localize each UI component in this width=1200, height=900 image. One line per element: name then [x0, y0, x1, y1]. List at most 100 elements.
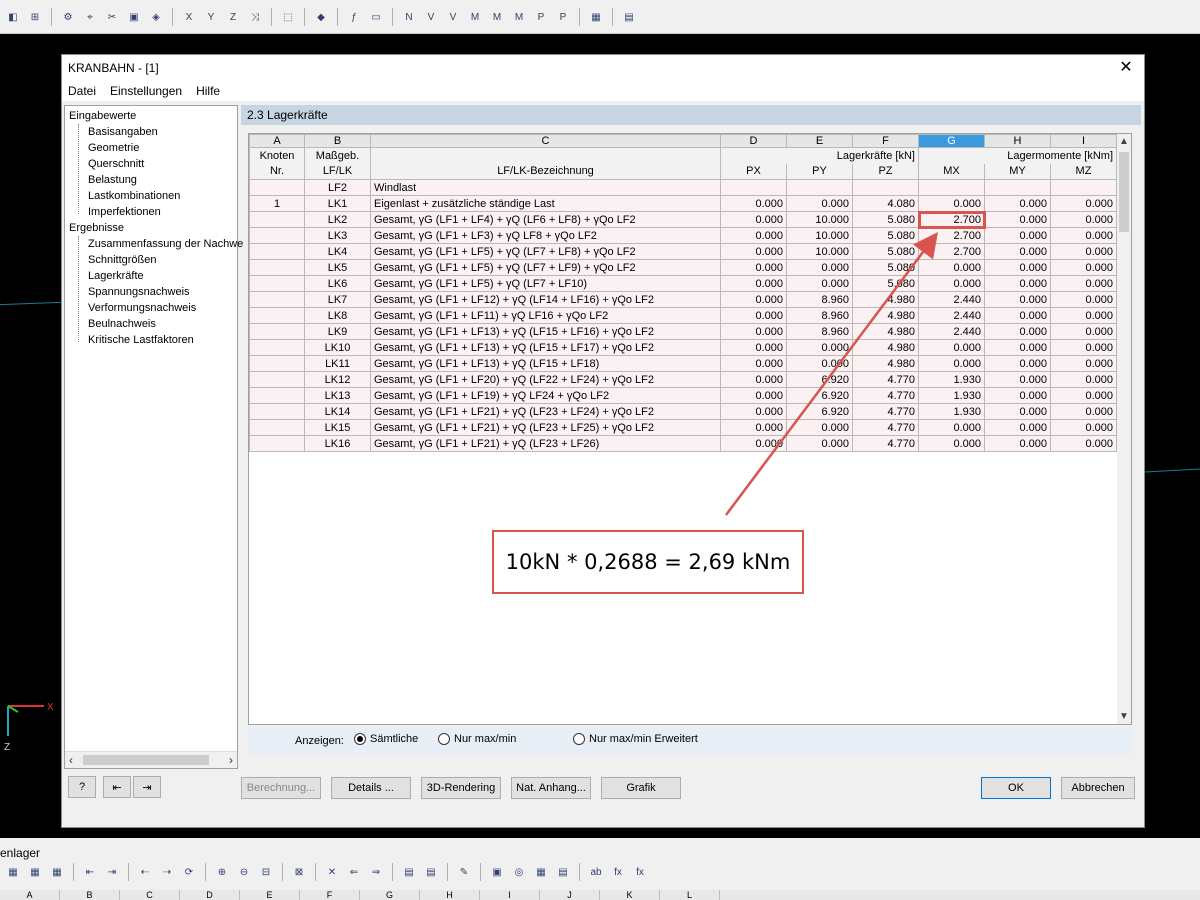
- table-cell[interactable]: Gesamt, γG (LF1 + LF19) + γQ LF24 + γQo …: [370, 387, 721, 404]
- table-cell[interactable]: 0.000: [720, 323, 787, 340]
- radio-dot[interactable]: [354, 733, 366, 745]
- table-cell[interactable]: 1.930: [918, 403, 985, 420]
- toolbar-icon[interactable]: ⌖: [81, 8, 99, 26]
- table-cell[interactable]: 0.000: [984, 435, 1051, 452]
- sheet-column-letter[interactable]: L: [660, 890, 720, 900]
- nav-item[interactable]: Basisangaben: [88, 126, 158, 138]
- column-letter[interactable]: I: [1050, 134, 1117, 148]
- sheet-column-letter[interactable]: G: [360, 890, 420, 900]
- table-cell[interactable]: 5.080: [852, 259, 919, 276]
- details-button[interactable]: Details ...: [331, 777, 411, 799]
- nav-item[interactable]: Zusammenfassung der Nachwe: [88, 238, 243, 250]
- table-cell[interactable]: LK3: [304, 227, 371, 244]
- toolbar-icon[interactable]: ⊠: [290, 863, 308, 881]
- table-cell[interactable]: 0.000: [1050, 243, 1117, 260]
- table-cell[interactable]: 0.000: [720, 355, 787, 372]
- menu-einstellungen[interactable]: Einstellungen: [110, 84, 182, 98]
- table-cell[interactable]: 0.000: [984, 419, 1051, 436]
- toolbar-icon[interactable]: ▦: [4, 863, 22, 881]
- table-cell[interactable]: [249, 275, 305, 292]
- ok-button[interactable]: OK: [981, 777, 1051, 799]
- toolbar-icon[interactable]: ⇠: [136, 863, 154, 881]
- table-cell[interactable]: LK15: [304, 419, 371, 436]
- toolbar-icon[interactable]: M: [488, 8, 506, 26]
- table-cell[interactable]: 4.770: [852, 403, 919, 420]
- table-cell[interactable]: LK7: [304, 291, 371, 308]
- toolbar-icon[interactable]: ƒ: [345, 8, 363, 26]
- table-cell[interactable]: 4.980: [852, 355, 919, 372]
- toolbar-icon[interactable]: ✕: [323, 863, 341, 881]
- table-cell[interactable]: Gesamt, γG (LF1 + LF5) + γQ (LF7 + LF10): [370, 275, 721, 292]
- nav-item[interactable]: Imperfektionen: [88, 206, 161, 218]
- toolbar-icon[interactable]: ⊕: [213, 863, 231, 881]
- table-cell[interactable]: LK9: [304, 323, 371, 340]
- sheet-column-letter[interactable]: I: [480, 890, 540, 900]
- table-cell[interactable]: LK6: [304, 275, 371, 292]
- toolbar-icon[interactable]: P: [532, 8, 550, 26]
- toolbar-icon[interactable]: ⤨: [246, 8, 264, 26]
- toolbar-icon[interactable]: ▣: [125, 8, 143, 26]
- table-cell[interactable]: 0.000: [1050, 371, 1117, 388]
- toolbar-icon[interactable]: ▤: [400, 863, 418, 881]
- table-cell[interactable]: 0.000: [1050, 339, 1117, 356]
- sheet-column-letter[interactable]: E: [240, 890, 300, 900]
- nat-anhang-button[interactable]: Nat. Anhang...: [511, 777, 591, 799]
- table-cell[interactable]: LK2: [304, 211, 371, 228]
- table-cell[interactable]: 4.770: [852, 435, 919, 452]
- table-cell[interactable]: Windlast: [370, 179, 721, 196]
- table-cell[interactable]: 1.930: [918, 387, 985, 404]
- toolbar-icon[interactable]: ◧: [4, 8, 22, 26]
- toolbar-icon[interactable]: ⟳: [180, 863, 198, 881]
- table-cell[interactable]: 0.000: [786, 355, 853, 372]
- table-cell[interactable]: 0.000: [984, 259, 1051, 276]
- table-vertical-scrollbar[interactable]: ▲ ▼: [1117, 134, 1131, 724]
- table-cell[interactable]: Gesamt, γG (LF1 + LF21) + γQ (LF23 + LF2…: [370, 403, 721, 420]
- toolbar-icon[interactable]: ⬚: [279, 8, 297, 26]
- table-cell[interactable]: 4.980: [852, 307, 919, 324]
- table-cell[interactable]: LK12: [304, 371, 371, 388]
- table-cell[interactable]: 2.700: [918, 243, 985, 260]
- table-cell[interactable]: 0.000: [786, 435, 853, 452]
- table-cell[interactable]: LK5: [304, 259, 371, 276]
- menu-datei[interactable]: Datei: [68, 84, 96, 98]
- table-cell[interactable]: 0.000: [984, 403, 1051, 420]
- radio-dot[interactable]: [438, 733, 450, 745]
- toolbar-icon[interactable]: ▣: [488, 863, 506, 881]
- toolbar-icon[interactable]: ▭: [367, 8, 385, 26]
- toolbar-icon[interactable]: ◎: [510, 863, 528, 881]
- table-cell[interactable]: 0.000: [786, 275, 853, 292]
- table-cell[interactable]: 0.000: [720, 227, 787, 244]
- table-cell[interactable]: 0.000: [984, 307, 1051, 324]
- 3d-rendering-button[interactable]: 3D-Rendering: [421, 777, 501, 799]
- table-cell[interactable]: 6.920: [786, 387, 853, 404]
- table-cell[interactable]: 4.770: [852, 387, 919, 404]
- radio-dot[interactable]: [573, 733, 585, 745]
- table-cell[interactable]: 0.000: [720, 435, 787, 452]
- toolbar-icon[interactable]: ▤: [422, 863, 440, 881]
- table-cell[interactable]: 0.000: [918, 275, 985, 292]
- column-letter[interactable]: D: [720, 134, 787, 148]
- table-cell[interactable]: [249, 403, 305, 420]
- table-cell[interactable]: 0.000: [1050, 403, 1117, 420]
- toolbar-icon[interactable]: ⊟: [257, 863, 275, 881]
- table-cell[interactable]: 0.000: [720, 291, 787, 308]
- table-row[interactable]: LK11 Gesamt, γG (LF1 + LF13) + γQ (LF15 +…: [249, 355, 1117, 372]
- toolbar-icon[interactable]: V: [444, 8, 462, 26]
- toolbar-icon[interactable]: Y: [202, 8, 220, 26]
- grafik-button[interactable]: Grafik: [601, 777, 681, 799]
- berechnung-button[interactable]: Berechnung...: [241, 777, 321, 799]
- table-cell[interactable]: 0.000: [720, 307, 787, 324]
- column-letter[interactable]: B: [304, 134, 371, 148]
- nav-item[interactable]: Querschnitt: [88, 158, 144, 170]
- table-row[interactable]: LK13 Gesamt, γG (LF1 + LF19) + γQ LF24 + …: [249, 387, 1117, 404]
- table-cell[interactable]: Gesamt, γG (LF1 + LF13) + γQ (LF15 + LF1…: [370, 355, 721, 372]
- table-cell[interactable]: [249, 259, 305, 276]
- table-cell[interactable]: 0.000: [720, 339, 787, 356]
- table-cell[interactable]: 0.000: [1050, 435, 1117, 452]
- table-cell[interactable]: 0.000: [984, 211, 1051, 228]
- table-cell[interactable]: [918, 179, 985, 196]
- toolbar-icon[interactable]: ⊖: [235, 863, 253, 881]
- radio-nur-max-min-erweitert[interactable]: Nur max/min Erweitert: [573, 733, 698, 745]
- table-cell[interactable]: Gesamt, γG (LF1 + LF13) + γQ (LF15 + LF1…: [370, 339, 721, 356]
- table-cell[interactable]: Gesamt, γG (LF1 + LF3) + γQ LF8 + γQo LF…: [370, 227, 721, 244]
